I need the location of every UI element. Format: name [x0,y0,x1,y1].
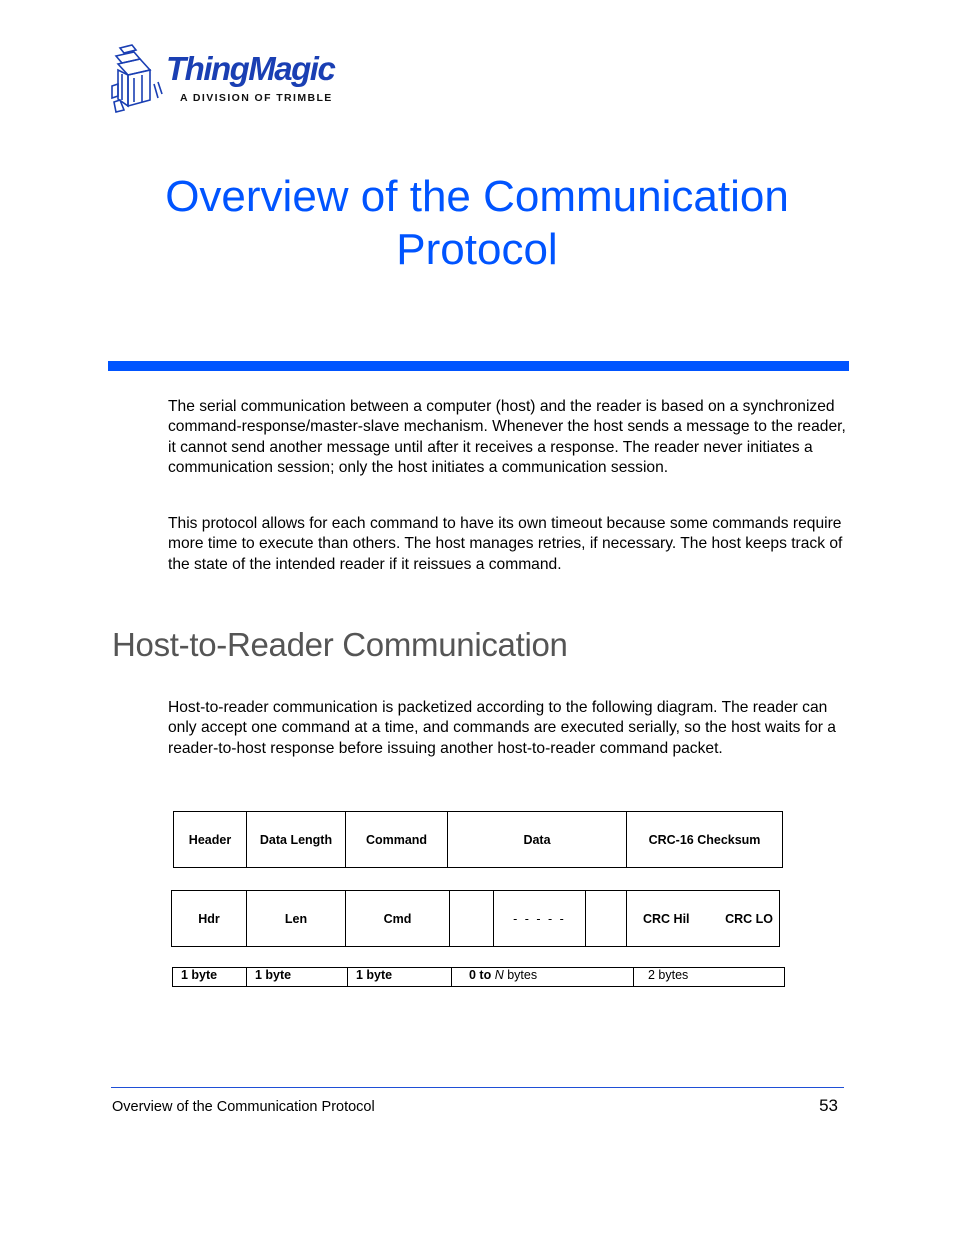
intro-paragraph-1: The serial communication between a compu… [168,398,846,477]
byte-crc-hi: CRC Hil [643,911,690,926]
section-heading: Host-to-Reader Communication [112,626,568,663]
footer-divider [111,1087,844,1088]
size-data-n: N [494,968,504,982]
byte-cmd: Cmd [345,890,450,947]
field-data: Data [447,811,627,868]
packet-sizes-row: 1 byte 1 byte 1 byte 0 to N bytes 2 byte… [172,967,785,987]
packet-bytes-row: Hdr Len Cmd - - - - - CRC Hil CRC LO [171,890,780,947]
logo-subtitle: A DIVISION OF TRIMBLE [180,92,333,104]
field-header: Header [173,811,247,868]
size-data-suffix: bytes [503,968,538,982]
logo-name: ThingMagic [166,50,336,87]
byte-crc-lo: CRC LO [725,911,773,926]
field-crc-checksum: CRC-16 Checksum [626,811,783,868]
title-divider [108,361,849,371]
byte-hdr: Hdr [171,890,247,947]
byte-data-first [449,890,494,947]
byte-data-ellipsis: - - - - - [493,890,586,947]
cube-stack-icon [111,44,163,113]
field-data-length: Data Length [246,811,346,868]
page-title-line-1: Overview of the Communication [165,172,789,221]
size-data: 0 to N bytes [451,967,634,987]
footer-section-title: Overview of the Communication Protocol [112,1099,375,1115]
byte-data-last [585,890,627,947]
thingmagic-logo: ThingMagic A DIVISION OF TRIMBLE [110,44,350,114]
size-crc: 2 bytes [633,967,785,987]
page-title-line-2: Protocol [396,225,558,274]
field-command: Command [345,811,448,868]
size-data-prefix: 0 to [469,968,492,982]
packet-fields-row: Header Data Length Command Data CRC-16 C… [173,811,783,868]
size-header: 1 byte [172,967,247,987]
byte-len: Len [246,890,346,947]
page-number: 53 [819,1096,838,1115]
size-command: 1 byte [347,967,452,987]
byte-crc: CRC Hil CRC LO [626,890,780,947]
size-length: 1 byte [246,967,348,987]
page-title: Overview of the Communication Protocol [110,170,844,276]
section-paragraph: Host-to-reader communication is packetiz… [168,699,836,757]
intro-paragraph-2: This protocol allows for each command to… [168,515,843,573]
